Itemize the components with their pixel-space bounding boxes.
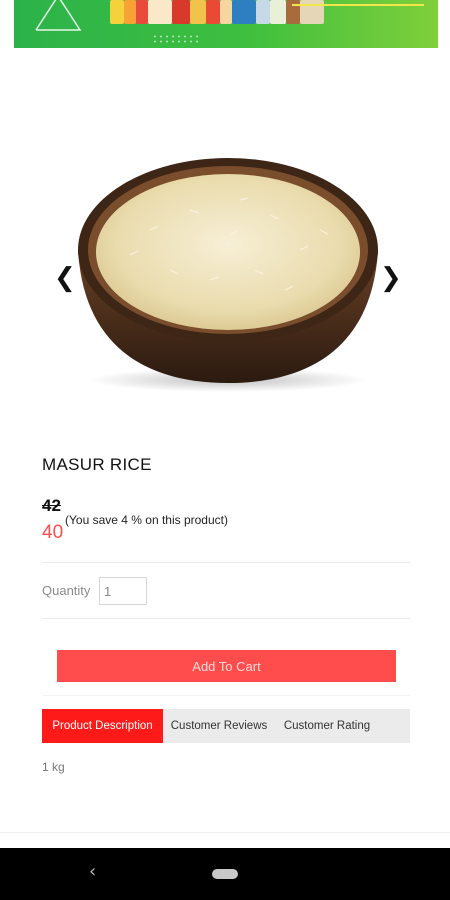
product-tabs: Product Description Customer Reviews Cus… [42,709,410,743]
system-navigation-bar: ‹ [0,848,450,900]
chevron-left-icon[interactable]: ❮ [54,265,76,291]
quantity-input[interactable] [99,577,147,605]
tab-customer-rating[interactable]: Customer Rating [275,709,379,743]
divider [42,618,410,619]
divider [42,695,410,696]
divider [0,832,450,833]
back-icon[interactable]: ‹ [89,861,96,882]
tab-customer-reviews[interactable]: Customer Reviews [163,709,275,743]
tab-product-description[interactable]: Product Description [42,709,163,743]
banner-dots [152,34,202,44]
banner-stripe [292,4,424,6]
product-description-text: 1 kg [42,760,65,774]
old-price: 42 [42,496,61,515]
chevron-right-icon[interactable]: ❯ [380,265,402,291]
product-image-gallery: ❮ ❯ [0,140,450,410]
add-to-cart-button[interactable]: Add To Cart [57,650,396,682]
divider [42,562,410,563]
current-price: 40 [42,522,64,543]
home-pill-icon[interactable] [212,869,238,879]
saving-note: (You save 4 % on this product) [65,513,228,527]
product-title: MASUR RICE [42,455,152,474]
promo-banner[interactable] [14,0,438,48]
quantity-label: Quantity [42,583,91,598]
